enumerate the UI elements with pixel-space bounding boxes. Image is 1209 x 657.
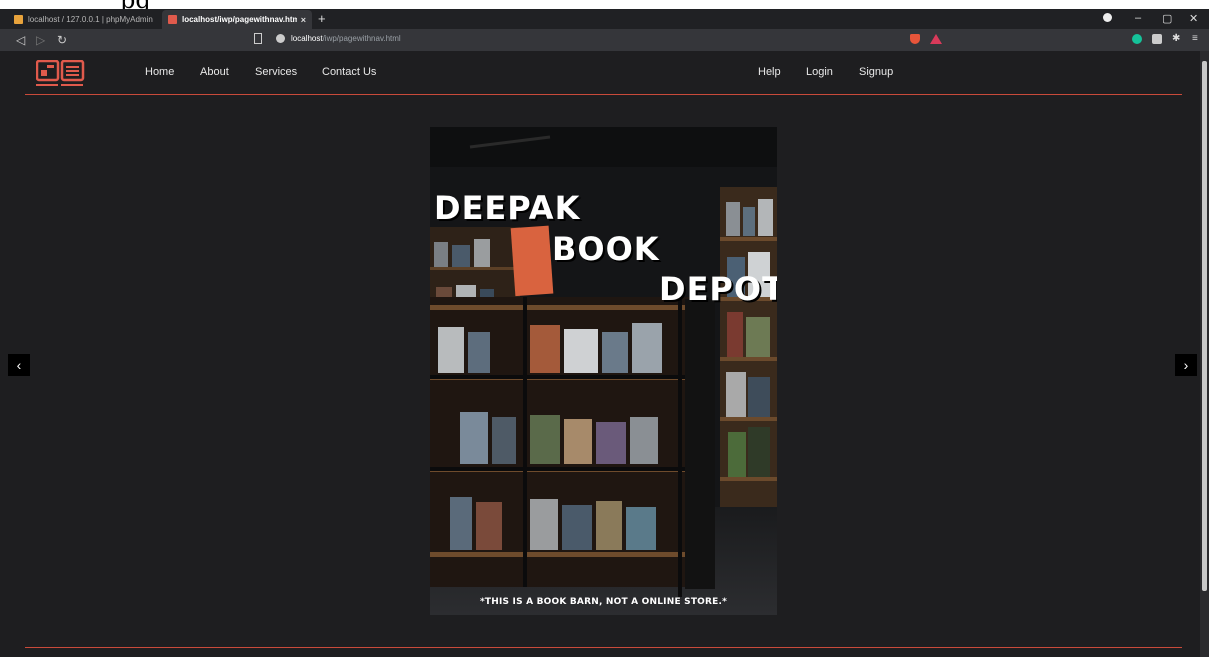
url-field[interactable]: localhost/iwp/pagewithnav.html xyxy=(276,34,401,43)
minimize-button[interactable]: – xyxy=(1135,12,1141,24)
address-bar: ◁ ▷ ↻ localhost/iwp/pagewithnav.html ✱ ≡ xyxy=(0,29,1209,51)
nav-home[interactable]: Home xyxy=(145,66,174,78)
nav-signup[interactable]: Signup xyxy=(859,66,893,78)
scrollbar-thumb[interactable] xyxy=(1202,61,1207,591)
carousel-next-button[interactable]: › xyxy=(1175,354,1197,376)
tab-title: localhost/iwp/pagewithnav.html xyxy=(182,15,297,24)
brave-shield-icon[interactable] xyxy=(910,34,920,44)
url-host: localhost xyxy=(291,34,323,43)
poster-tagline: *THIS IS A BOOK BARN, NOT A ONLINE STORE… xyxy=(479,597,728,607)
site-favicon xyxy=(168,15,177,24)
nav-help[interactable]: Help xyxy=(758,66,781,78)
carousel-prev-button[interactable]: ‹ xyxy=(8,354,30,376)
forward-icon[interactable]: ▷ xyxy=(36,33,45,47)
nav-contact-us[interactable]: Contact Us xyxy=(322,66,376,78)
reload-icon[interactable]: ↻ xyxy=(57,33,67,47)
close-window-button[interactable]: ✕ xyxy=(1189,12,1198,25)
brave-rewards-icon[interactable] xyxy=(930,34,942,44)
menu-icon[interactable]: ≡ xyxy=(1192,34,1202,44)
bookmark-icon[interactable] xyxy=(254,33,262,44)
back-icon[interactable]: ◁ xyxy=(16,33,25,47)
grammarly-extension-icon[interactable] xyxy=(1132,34,1142,44)
site-info-icon[interactable] xyxy=(276,34,285,43)
poster-title-line2: BOOK xyxy=(552,230,660,268)
poster-title-line3: DEPOT xyxy=(659,270,777,308)
clipped-heading-fragment: pg xyxy=(120,0,151,9)
close-tab-icon[interactable]: × xyxy=(301,15,306,25)
maximize-button[interactable]: ▢ xyxy=(1162,12,1172,25)
tab-pagewithnav[interactable]: localhost/iwp/pagewithnav.html × xyxy=(162,10,312,29)
new-tab-button[interactable]: + xyxy=(318,12,326,25)
extension-icon[interactable] xyxy=(1152,34,1162,44)
footer-divider xyxy=(25,647,1182,648)
header-divider xyxy=(25,94,1182,95)
site-logo-icon[interactable] xyxy=(36,60,86,87)
nav-about[interactable]: About xyxy=(200,66,229,78)
poster-title-line1: DEEPAK xyxy=(434,189,581,227)
tab-title: localhost / 127.0.0.1 | phpMyAdmin 5 xyxy=(28,15,154,24)
top-strip: pg xyxy=(0,0,1209,9)
url-path: /iwp/pagewithnav.html xyxy=(322,34,401,43)
nav-services[interactable]: Services xyxy=(255,66,297,78)
page-scrollbar[interactable] xyxy=(1200,51,1209,657)
profile-icon[interactable] xyxy=(1103,13,1112,22)
phpmyadmin-icon xyxy=(14,15,23,24)
nav-login[interactable]: Login xyxy=(806,66,833,78)
tab-phpmyadmin[interactable]: localhost / 127.0.0.1 | phpMyAdmin 5 xyxy=(8,10,160,29)
web-page: Home About Services Contact Us Help Logi… xyxy=(0,51,1200,657)
carousel-slide-poster: DEEPAK BOOK DEPOT *THIS IS A BOOK BARN, … xyxy=(430,127,777,615)
puzzle-extensions-icon[interactable]: ✱ xyxy=(1172,34,1182,44)
browser-window: localhost / 127.0.0.1 | phpMyAdmin 5 loc… xyxy=(0,9,1209,657)
tab-bar: localhost / 127.0.0.1 | phpMyAdmin 5 loc… xyxy=(0,9,1209,29)
